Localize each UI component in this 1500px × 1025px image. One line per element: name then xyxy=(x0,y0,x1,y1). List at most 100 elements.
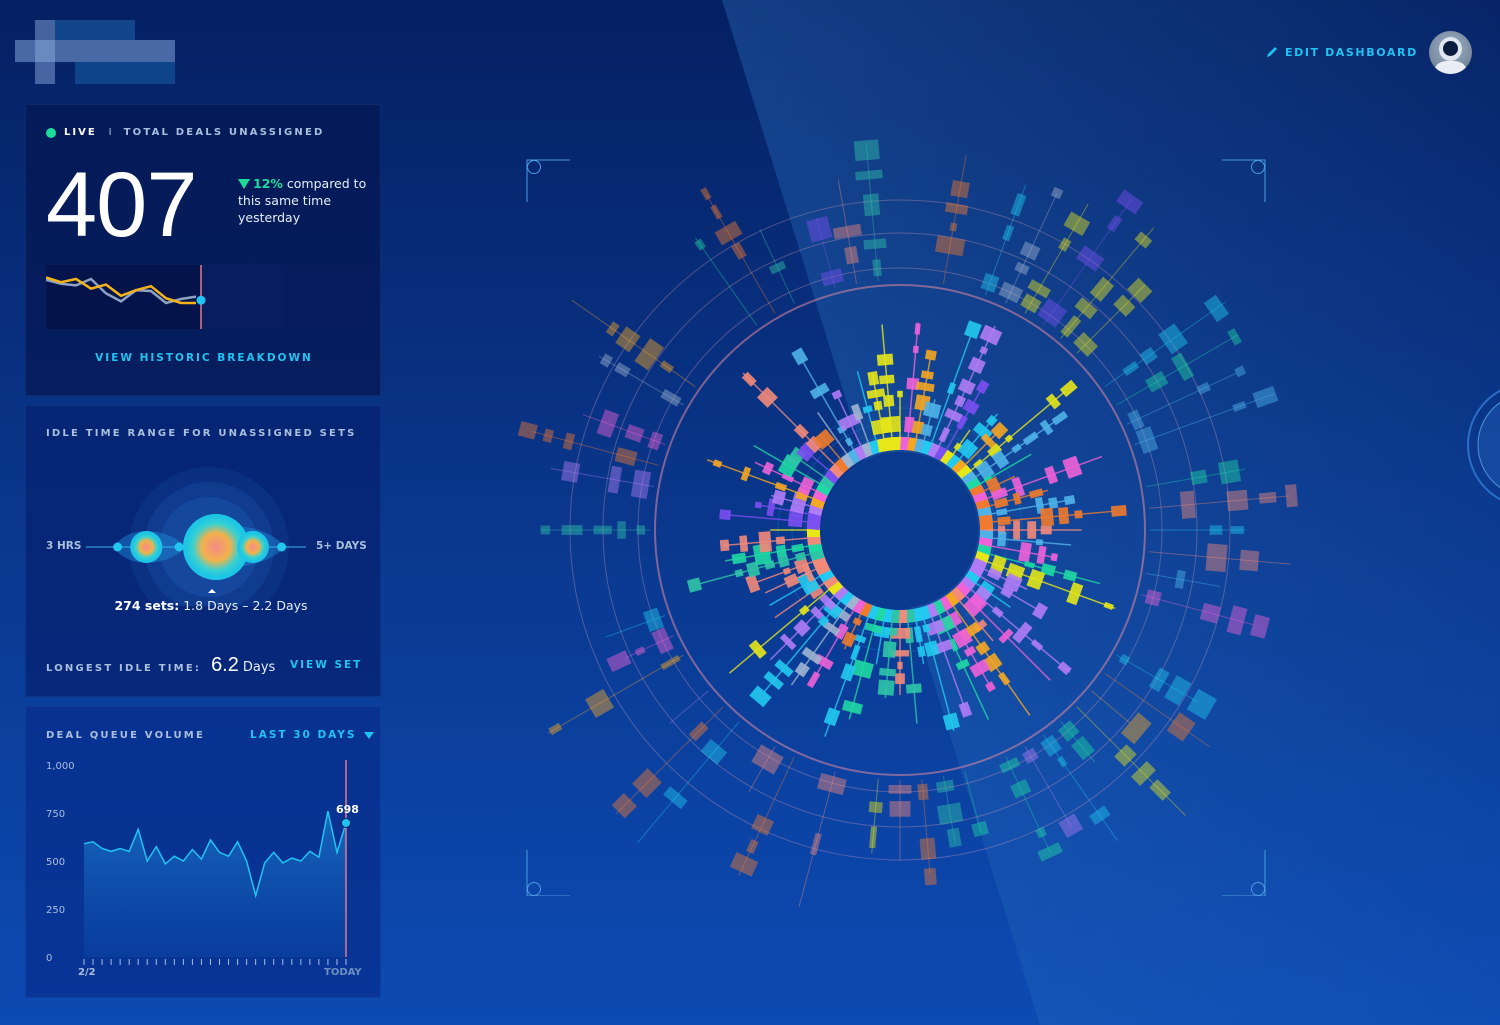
spoke-bar xyxy=(963,645,977,658)
outer-spoke-bar xyxy=(714,220,743,246)
y-tick-label: 500 xyxy=(46,857,65,868)
spoke-bar xyxy=(783,572,800,589)
longest-idle-unit: Days xyxy=(242,660,276,675)
spoke-bar xyxy=(1013,520,1020,540)
down-arrow-icon xyxy=(238,179,250,189)
edit-dashboard-button[interactable]: EDIT DASHBOARD xyxy=(1265,45,1418,59)
outer-spoke-bar xyxy=(863,238,887,250)
spoke-bar xyxy=(740,466,752,482)
current-value-label: 698 xyxy=(336,803,359,816)
radial-spoke xyxy=(980,520,1247,540)
outer-spoke-bar xyxy=(585,688,615,719)
outer-spoke-bar xyxy=(617,521,626,539)
unassigned-sparkline[interactable] xyxy=(46,265,286,331)
y-tick-label: 750 xyxy=(46,809,65,820)
outer-spoke-bar xyxy=(593,525,612,535)
spoke-bar xyxy=(1103,601,1114,611)
spoke-bar xyxy=(912,345,919,354)
unassigned-count: 407 xyxy=(46,154,197,256)
outer-spoke-bar xyxy=(1139,346,1158,366)
outer-spoke-bar xyxy=(872,259,882,277)
bubble-point xyxy=(113,542,123,552)
spoke-bar xyxy=(841,699,864,715)
outer-spoke-bar xyxy=(1164,675,1192,706)
spoke-bar xyxy=(958,701,973,718)
spoke-bar xyxy=(979,345,989,355)
area-fill xyxy=(84,811,346,957)
outer-spoke-bar xyxy=(1186,688,1218,720)
date-range-dropdown[interactable]: LAST 30 DAYS xyxy=(250,729,375,741)
selected-range-summary: 274 sets: 1.8 Days – 2.2 Days xyxy=(26,598,396,613)
outer-spoke-line xyxy=(942,155,967,284)
spoke-bar xyxy=(1074,510,1083,519)
card-title: IDLE TIME RANGE FOR UNASSIGNED SETS xyxy=(46,428,357,439)
outer-spoke-bar xyxy=(1020,293,1042,314)
outer-spoke-bar xyxy=(1116,189,1144,215)
outer-spoke-bar xyxy=(647,431,664,451)
view-set-link[interactable]: VIEW SET xyxy=(290,659,362,671)
outer-spoke-bar xyxy=(1106,214,1123,233)
outer-spoke-bar xyxy=(1209,525,1223,535)
outer-spoke-bar xyxy=(1002,224,1015,242)
outer-spoke-bar xyxy=(1035,826,1047,839)
outer-spoke-bar xyxy=(1203,294,1230,323)
spoke-bar xyxy=(876,353,894,366)
company-logo[interactable] xyxy=(15,20,175,84)
spoke-base-bar xyxy=(979,514,994,531)
spoke-bar xyxy=(1045,393,1061,410)
radial-spoke xyxy=(832,179,894,453)
outer-spoke-bar xyxy=(853,139,880,162)
outer-spoke-line xyxy=(1091,690,1131,724)
bubble-point xyxy=(277,542,287,552)
spoke-bar xyxy=(734,568,744,578)
outer-spoke-bar xyxy=(980,272,1000,293)
astronaut-suit xyxy=(1435,61,1466,74)
deal-queue-area-chart[interactable]: 0 250 500 750 1,000 698 2/2 TODAY xyxy=(26,707,382,999)
edit-dashboard-label: EDIT DASHBOARD xyxy=(1285,45,1418,59)
spoke-bar xyxy=(809,382,830,400)
spoke-bar xyxy=(957,378,976,396)
idle-time-bubble-chart[interactable] xyxy=(26,456,382,606)
outer-spoke-bar xyxy=(1239,549,1260,572)
outer-spoke-bar xyxy=(663,786,688,810)
side-navigation-ring[interactable] xyxy=(1455,380,1500,510)
radial-deals-chart[interactable] xyxy=(430,110,1380,940)
user-avatar[interactable] xyxy=(1429,31,1472,74)
radial-spoke xyxy=(571,299,839,490)
outer-spoke-bar xyxy=(923,867,937,886)
view-historic-breakdown-link[interactable]: VIEW HISTORIC BREAKDOWN xyxy=(26,352,382,364)
spoke-bar xyxy=(1063,495,1076,506)
spoke-bar xyxy=(739,535,749,553)
outer-spoke-line xyxy=(1126,372,1238,425)
outer-spoke-bar xyxy=(832,223,862,240)
outer-spoke-bar xyxy=(634,646,646,657)
outer-spoke-bar xyxy=(1230,526,1244,534)
outer-spoke-bar xyxy=(1056,755,1068,768)
spoke-bar xyxy=(1058,506,1070,525)
outer-spoke-bar xyxy=(862,193,881,217)
spoke-bar xyxy=(979,324,1003,346)
spoke-bar xyxy=(897,661,903,670)
spoke-bar xyxy=(1035,539,1044,546)
live-indicator-icon xyxy=(46,127,56,138)
outer-spoke-bar xyxy=(844,245,859,265)
outer-spoke-bar xyxy=(651,627,674,655)
spoke-bar xyxy=(883,394,895,407)
outer-spoke-bar xyxy=(540,525,551,535)
outer-spoke-bar xyxy=(606,650,632,673)
outer-spoke-bar xyxy=(1226,605,1248,636)
card-header: LIVE I TOTAL DEALS UNASSIGNED xyxy=(46,127,325,138)
spoke-bar xyxy=(852,617,863,627)
outer-spoke-bar xyxy=(1205,543,1228,573)
outer-spoke-bar xyxy=(1190,469,1208,486)
spoke-bar xyxy=(1040,507,1055,527)
bubble xyxy=(132,533,161,561)
spoke-bar xyxy=(1036,545,1047,565)
spoke-bar xyxy=(864,622,883,634)
spoke-bar xyxy=(920,370,934,380)
comparison-text: 12% compared to this same time yesterday xyxy=(238,175,368,226)
sparkline-current-point xyxy=(196,295,206,305)
spoke-bar xyxy=(1040,525,1052,535)
spoke-bar xyxy=(917,645,926,658)
outer-spoke-bar xyxy=(634,338,664,371)
